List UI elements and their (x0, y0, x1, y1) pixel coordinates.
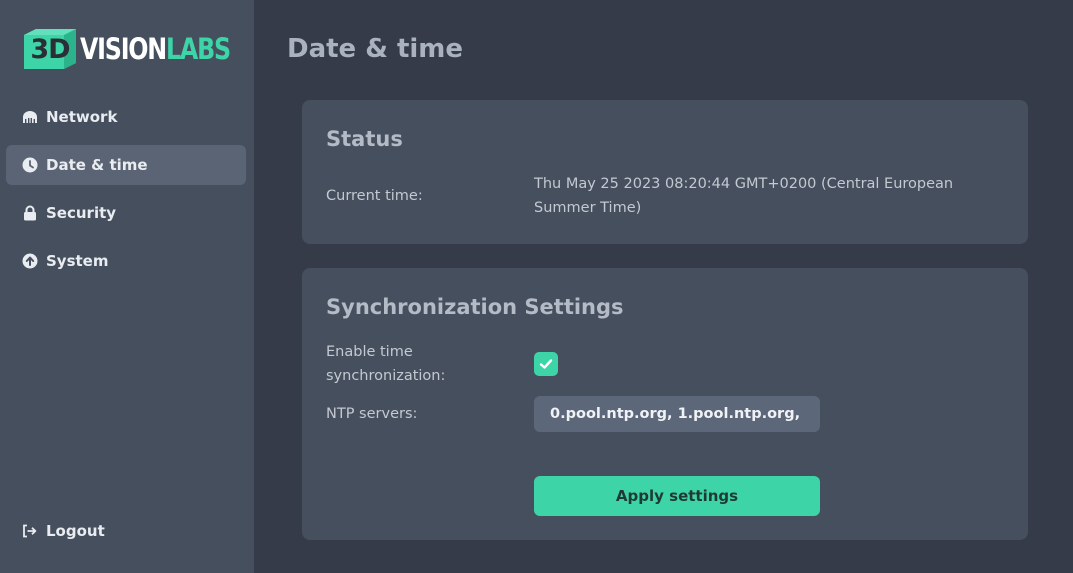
logo-cube-text: 3D (30, 33, 70, 65)
apply-settings-button[interactable]: Apply settings (534, 476, 820, 516)
enable-sync-label: Enable time synchronization: (326, 344, 446, 384)
network-icon (22, 109, 38, 125)
status-card: Status Current time: Thu May 25 2023 08:… (302, 100, 1028, 244)
sync-card-title: Synchronization Settings (326, 295, 624, 319)
enable-sync-checkbox[interactable] (534, 352, 558, 376)
ntp-servers-input[interactable] (534, 396, 820, 432)
ntp-servers-label: NTP servers: (326, 406, 418, 422)
logo: 3D VISIONLABS (22, 27, 263, 71)
app-root: 3D VISIONLABS Network Date & time Securi… (0, 0, 1073, 573)
clock-icon (22, 157, 38, 173)
lock-icon (22, 205, 38, 221)
sidebar-nav: Network Date & time Security System (6, 97, 246, 289)
page-title: Date & time (287, 34, 464, 64)
logo-cube-icon: 3D (22, 27, 78, 71)
status-card-title: Status (326, 127, 403, 151)
sidebar: 3D VISIONLABS Network Date & time Securi… (0, 0, 254, 573)
sidebar-item-label: System (46, 252, 109, 270)
checkmark-icon (539, 359, 553, 369)
logout-label: Logout (46, 522, 105, 540)
logout-icon (22, 523, 38, 539)
current-time-label: Current time: (326, 188, 423, 204)
sidebar-item-label: Date & time (46, 156, 148, 174)
sidebar-item-label: Network (46, 108, 118, 126)
logo-wordmark: VISIONLABS (80, 32, 231, 66)
main-content: Date & time Status Current time: Thu May… (254, 0, 1073, 573)
current-time-value: Thu May 25 2023 08:20:44 GMT+0200 (Centr… (534, 176, 954, 216)
sidebar-item-security[interactable]: Security (6, 193, 246, 233)
system-upgrade-icon (22, 253, 38, 269)
sidebar-item-network[interactable]: Network (6, 97, 246, 137)
logo-word-accent: LABS (165, 32, 231, 66)
logo-word-primary: VISION (80, 32, 167, 66)
sidebar-item-date-time[interactable]: Date & time (6, 145, 246, 185)
sidebar-item-system[interactable]: System (6, 241, 246, 281)
sync-settings-card: Synchronization Settings Enable time syn… (302, 268, 1028, 540)
logout-button[interactable]: Logout (6, 511, 246, 551)
sidebar-item-label: Security (46, 204, 117, 222)
